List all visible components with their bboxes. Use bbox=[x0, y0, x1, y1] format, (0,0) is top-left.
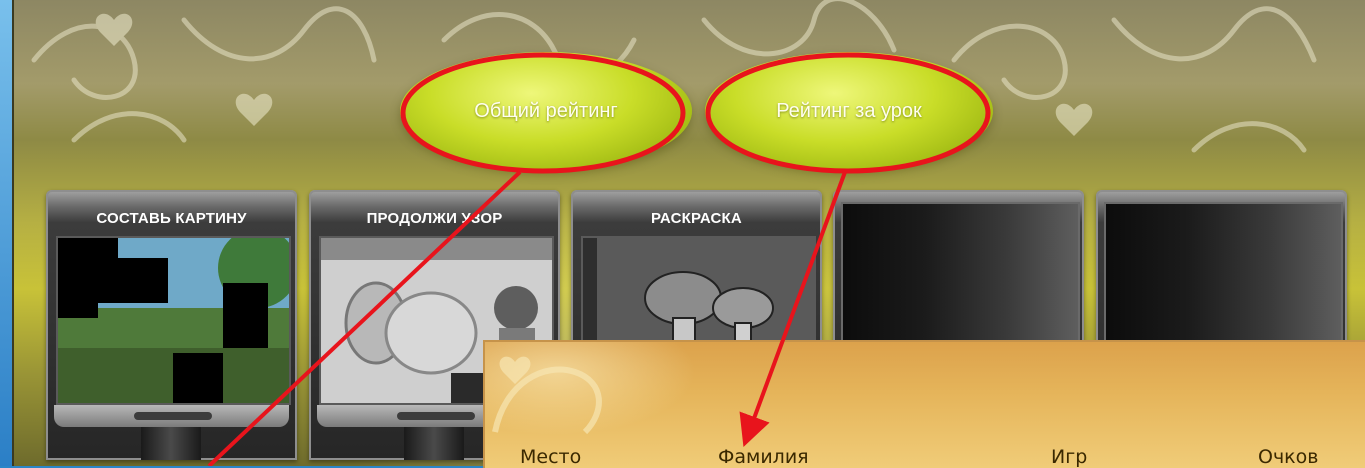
rating-table-panel: Место Фамилия Игр Очков bbox=[483, 340, 1365, 468]
column-header-place: Место bbox=[520, 446, 582, 468]
monitor-stand bbox=[141, 427, 201, 460]
monitor-controls bbox=[134, 412, 212, 420]
overall-rating-button[interactable]: Общий рейтинг bbox=[400, 52, 692, 170]
game-preview-image bbox=[56, 236, 291, 405]
column-header-points: Очков bbox=[1258, 446, 1319, 468]
game-title: ПРОДОЛЖИ УЗОР bbox=[366, 210, 503, 227]
monitor-controls bbox=[397, 412, 475, 420]
game-card-compose-picture[interactable]: СОСТАВЬ КАРТИНУ bbox=[46, 190, 297, 460]
column-header-games: Игр bbox=[1051, 446, 1088, 468]
overall-rating-label: Общий рейтинг bbox=[474, 99, 618, 122]
monitor-stand bbox=[404, 427, 464, 460]
game-title: СОСТАВЬ КАРТИНУ bbox=[96, 210, 247, 227]
lesson-rating-label: Рейтинг за урок bbox=[776, 99, 922, 122]
panel-ornament bbox=[492, 356, 602, 435]
column-header-surname: Фамилия bbox=[718, 446, 809, 468]
lesson-rating-button[interactable]: Рейтинг за урок bbox=[705, 52, 993, 170]
game-title: РАСКРАСКА bbox=[651, 210, 742, 227]
